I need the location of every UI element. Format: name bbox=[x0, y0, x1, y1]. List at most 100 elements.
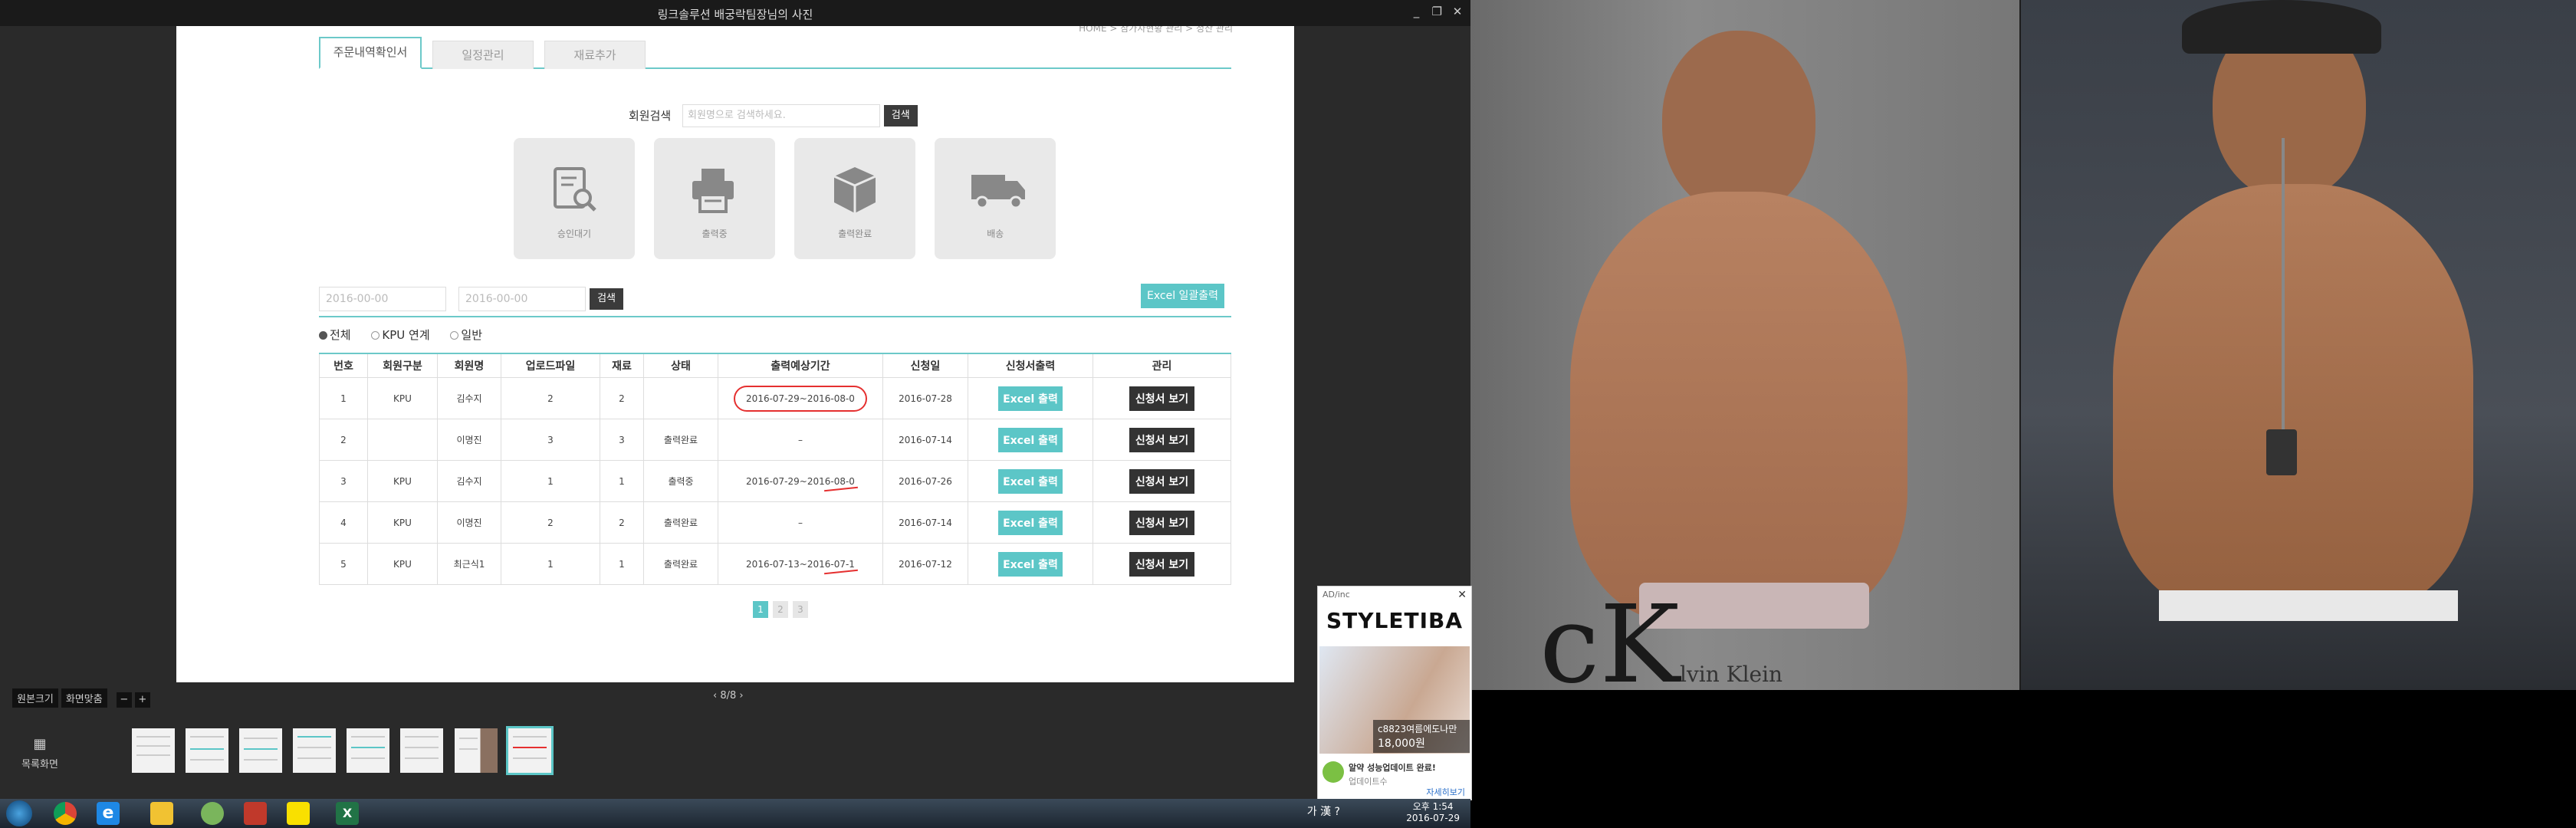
start-button[interactable] bbox=[6, 800, 32, 826]
excel-print-button[interactable]: Excel 출력 bbox=[998, 510, 1063, 535]
filter-kpu-radio[interactable]: KPU 연계 bbox=[371, 327, 430, 343]
tab-schedule[interactable]: 일정관리 bbox=[432, 41, 534, 69]
thumbnail[interactable] bbox=[186, 728, 229, 773]
original-size-button[interactable]: 원본크기 bbox=[12, 688, 58, 708]
cell-no: 1 bbox=[319, 377, 368, 419]
ad-close-button[interactable]: ✕ bbox=[1457, 589, 1467, 601]
view-application-button[interactable]: 신청서 보기 bbox=[1129, 551, 1195, 577]
kakaotalk-icon[interactable] bbox=[287, 802, 310, 825]
cell-manage: 신청서 보기 bbox=[1092, 419, 1231, 461]
zoom-in-button[interactable]: + bbox=[134, 692, 150, 708]
zoom-controls: 원본크기 화면맞춤 − + bbox=[12, 688, 150, 708]
zoom-out-button[interactable]: − bbox=[116, 692, 132, 708]
status-card-pending[interactable]: 승인대기 bbox=[514, 138, 635, 259]
clock[interactable]: 오후 1:54 2016-07-29 bbox=[1406, 801, 1460, 824]
excel-print-button[interactable]: Excel 출력 bbox=[998, 427, 1063, 452]
minimize-button[interactable]: _ bbox=[1408, 5, 1424, 18]
next-image-icon[interactable]: › bbox=[739, 690, 743, 702]
cell-material: 3 bbox=[600, 419, 644, 461]
hancom-office-icon[interactable] bbox=[244, 802, 267, 825]
view-application-button[interactable]: 신청서 보기 bbox=[1129, 427, 1195, 452]
printer-icon bbox=[692, 169, 734, 213]
ad-product-price: 18,000원 bbox=[1378, 738, 1425, 750]
column-header: 관리 bbox=[1092, 353, 1231, 378]
excel-print-button[interactable]: Excel 출력 bbox=[998, 551, 1063, 577]
thumbnail[interactable] bbox=[400, 728, 444, 773]
column-header: 회원구분 bbox=[367, 353, 438, 378]
ad-product-name: c8823여름에도나만 bbox=[1378, 724, 1457, 734]
excel-print-button[interactable]: Excel 출력 bbox=[998, 386, 1063, 411]
breadcrumb: HOME > 참가자현황 관리 > 정산 관리 bbox=[1079, 26, 1233, 34]
window-controls: _ ❐ ✕ bbox=[1408, 5, 1466, 18]
thumbnail[interactable] bbox=[454, 728, 498, 773]
view-application-button[interactable]: 신청서 보기 bbox=[1129, 386, 1195, 411]
column-header: 신청서출력 bbox=[968, 353, 1093, 378]
cell-status: 출력중 bbox=[643, 460, 718, 502]
chrome-icon[interactable] bbox=[54, 802, 77, 825]
page-button[interactable]: 3 bbox=[793, 601, 808, 618]
system-tray: 가 漢 ? 오후 1:54 2016-07-29 bbox=[1087, 799, 1470, 828]
member-search-input[interactable]: 회원명으로 검색하세요. bbox=[682, 104, 880, 127]
status-card-label: 배송 bbox=[987, 228, 1004, 239]
view-application-button[interactable]: 신청서 보기 bbox=[1129, 510, 1195, 535]
status-card-delivery[interactable]: 배송 bbox=[935, 138, 1056, 259]
page-button[interactable]: 1 bbox=[753, 601, 768, 618]
list-view-button[interactable]: ▦ 목록화면 bbox=[15, 736, 64, 771]
filter-all-radio[interactable]: 전체 bbox=[319, 327, 351, 343]
app-icon[interactable] bbox=[201, 802, 224, 825]
cell-member-type: KPU bbox=[367, 460, 438, 502]
cell-material: 2 bbox=[600, 501, 644, 544]
status-card-printing[interactable]: 출력중 bbox=[654, 138, 776, 259]
tab-order-confirmation[interactable]: 주문내역확인서 bbox=[319, 37, 422, 69]
member-search-button[interactable]: 검색 bbox=[883, 105, 918, 127]
cell-period: – bbox=[718, 419, 883, 461]
cell-manage: 신청서 보기 bbox=[1092, 460, 1231, 502]
cell-member-name: 최근식1 bbox=[437, 543, 501, 585]
date-to-input[interactable]: 2016-00-00 bbox=[458, 287, 586, 311]
prev-image-icon[interactable]: ‹ bbox=[713, 690, 720, 702]
internet-explorer-icon[interactable]: e bbox=[97, 802, 120, 825]
ad-popup[interactable]: AD/inc ✕ STYLETIBA c8823여름에도나만 18,000원 알… bbox=[1317, 586, 1472, 800]
thumbnail-current[interactable] bbox=[505, 726, 554, 775]
cell-period: 2016-07-29~2016-08-0 bbox=[718, 460, 883, 502]
thumbnail[interactable] bbox=[239, 728, 283, 773]
radio-icon bbox=[319, 331, 327, 340]
thumbnail[interactable] bbox=[293, 728, 337, 773]
folder-icon[interactable] bbox=[150, 802, 173, 825]
table-row: 1 KPU 김수지 2 2 2016-07-29~2016-08-0 2016-… bbox=[319, 377, 1231, 419]
window-title: 링크솔루션 배궁락팀장님의 사진 bbox=[657, 8, 813, 21]
cell-excel: Excel 출력 bbox=[968, 419, 1093, 461]
page-button[interactable]: 2 bbox=[773, 601, 788, 618]
thumbnail[interactable] bbox=[132, 728, 175, 773]
member-search-row: 회원검색 회원명으로 검색하세요. 검색 bbox=[629, 104, 918, 127]
date-search-button[interactable]: 검색 bbox=[590, 288, 624, 310]
excel-bulk-print-button[interactable]: Excel 일괄출력 bbox=[1141, 284, 1225, 308]
cell-no: 2 bbox=[319, 419, 368, 461]
ad-more-link[interactable]: 자세히보기 bbox=[1426, 786, 1465, 798]
thumbnail[interactable] bbox=[347, 728, 390, 773]
grid-icon: ▦ bbox=[33, 736, 47, 752]
status-card-print-done[interactable]: 출력완료 bbox=[794, 138, 916, 259]
date-from-input[interactable]: 2016-00-00 bbox=[319, 287, 446, 311]
ad-notice[interactable]: 알약 성능업데이트 완료! 업데이트수 자세히보기 bbox=[1319, 757, 1470, 798]
fit-screen-button[interactable]: 화면맞춤 bbox=[61, 688, 107, 708]
filter-general-radio[interactable]: 일반 bbox=[450, 327, 482, 343]
status-card-label: 승인대기 bbox=[557, 228, 592, 239]
date-filter-row: 2016-00-00 2016-00-00 검색 bbox=[319, 287, 624, 311]
close-button[interactable]: ✕ bbox=[1449, 5, 1466, 18]
view-application-button[interactable]: 신청서 보기 bbox=[1129, 468, 1195, 494]
cell-upload-files: 1 bbox=[501, 543, 600, 585]
cell-excel: Excel 출력 bbox=[968, 543, 1093, 585]
column-header: 회원명 bbox=[437, 353, 501, 378]
cell-excel: Excel 출력 bbox=[968, 460, 1093, 502]
excel-print-button[interactable]: Excel 출력 bbox=[998, 468, 1063, 494]
restore-button[interactable]: ❐ bbox=[1428, 5, 1445, 18]
orders-table: 번호 회원구분 회원명 업로드파일 재료 상태 출력예상기간 신청일 신청서출력… bbox=[319, 353, 1231, 585]
cell-excel: Excel 출력 bbox=[968, 377, 1093, 419]
tab-add-material[interactable]: 재료추가 bbox=[544, 41, 646, 69]
excel-icon[interactable]: X bbox=[336, 802, 359, 825]
column-header: 출력예상기간 bbox=[718, 353, 883, 378]
input-method-indicator[interactable]: 가 漢 ? bbox=[1307, 803, 1340, 819]
member-search-label: 회원검색 bbox=[629, 108, 672, 123]
ad-product-info[interactable]: c8823여름에도나만 18,000원 bbox=[1373, 720, 1470, 753]
